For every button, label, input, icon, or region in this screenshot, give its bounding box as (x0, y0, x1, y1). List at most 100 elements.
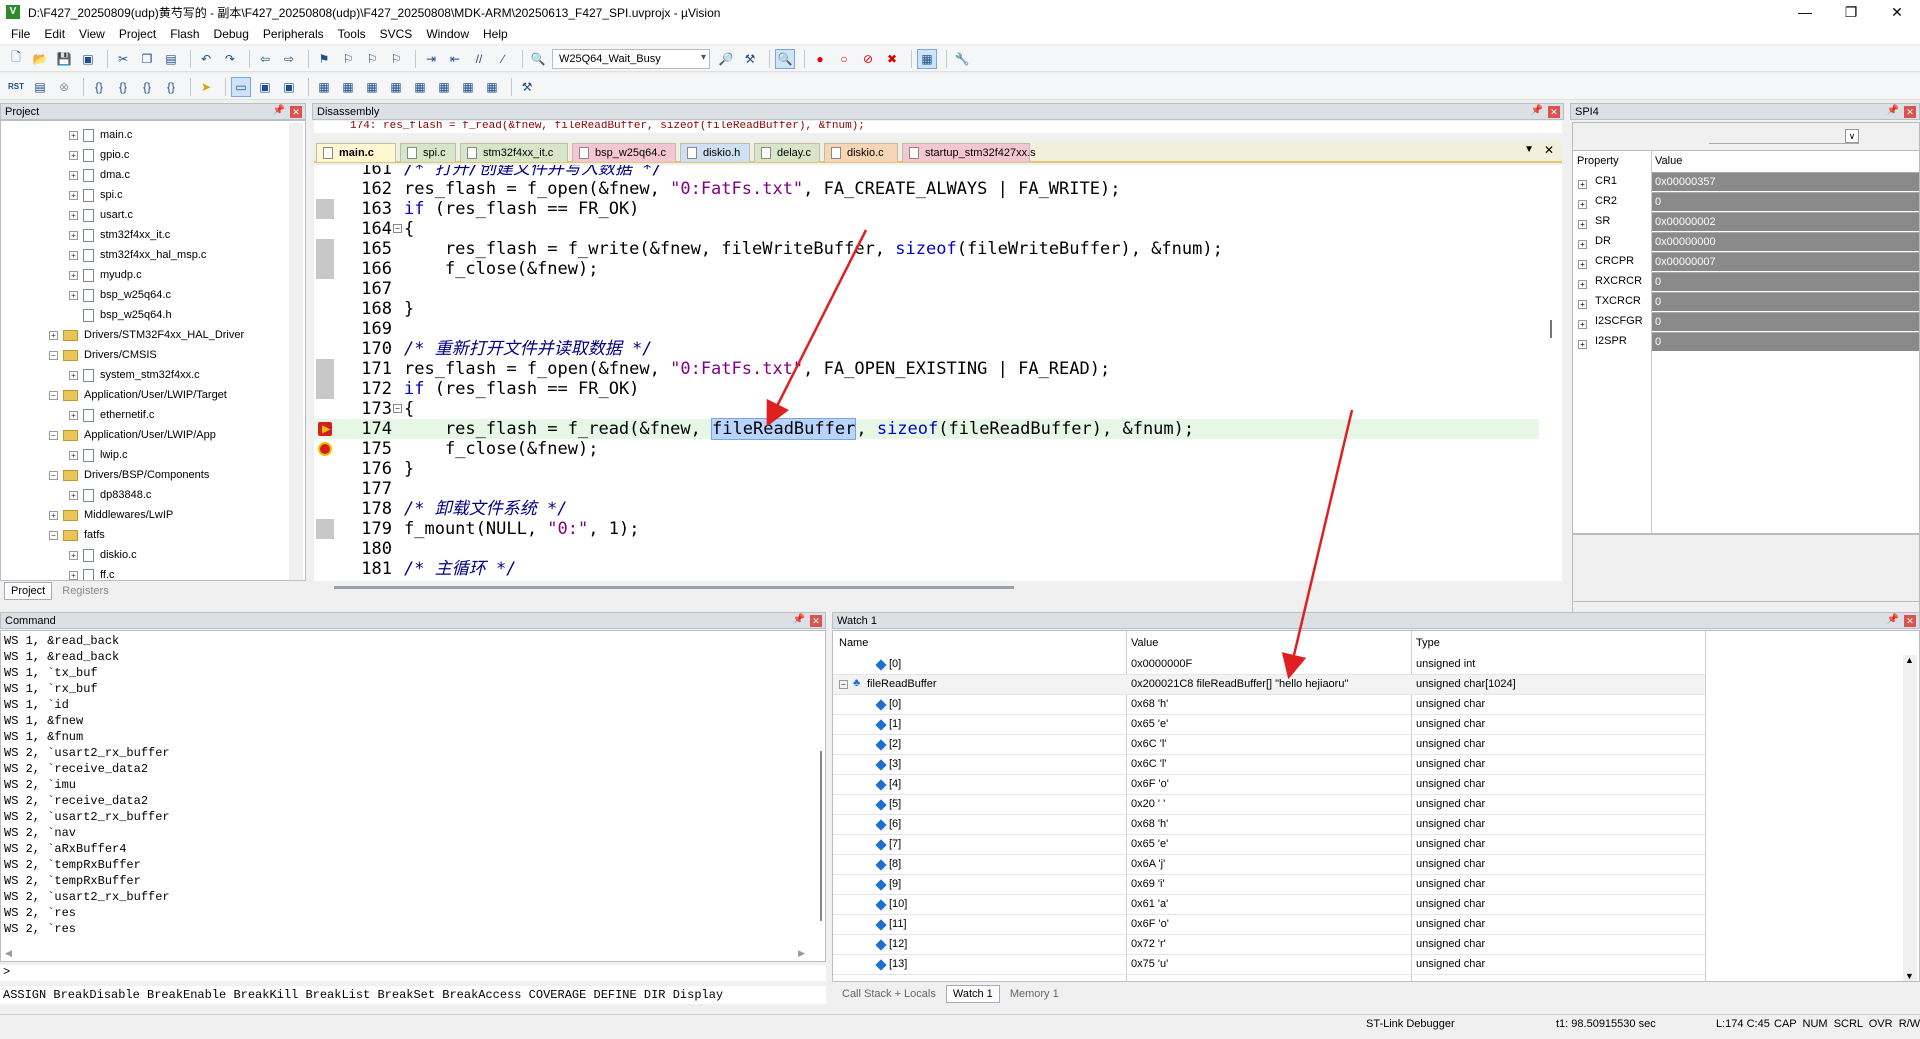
bookmark-clear-icon[interactable]: ⚐ (386, 49, 406, 69)
spi-register-row[interactable]: + TXCRCR 0 (1573, 291, 1919, 311)
command-scrollbar[interactable] (820, 751, 822, 921)
watch-row[interactable]: [4] 0x6F 'o' unsigned char (833, 775, 1705, 795)
code-line[interactable]: 163 if (res_flash == FR_OK) (314, 199, 1539, 219)
tree-file[interactable]: + system_stm32f4xx.c (69, 365, 200, 385)
close-icon[interactable]: ✕ (810, 615, 822, 627)
code-line[interactable]: 164−{ (314, 219, 1539, 239)
project-scrollbar[interactable] (289, 123, 303, 580)
editor-horizontal-scrollbar[interactable] (314, 581, 1562, 595)
editor-tab[interactable]: startup_stm32f427xx.s (902, 143, 1036, 162)
target-select[interactable]: W25Q64_Wait_Busy ▾ (552, 48, 710, 69)
tree-folder[interactable]: + Middlewares/LwIP (49, 505, 173, 525)
tree-file[interactable]: + spi.c (69, 185, 123, 205)
incremental-find-icon[interactable]: ⚒ (740, 49, 760, 69)
menu-edit[interactable]: Edit (37, 27, 72, 41)
close-icon[interactable]: ✕ (1904, 106, 1916, 118)
spi-register-value[interactable]: 0x00000007 (1651, 251, 1919, 271)
watch-row[interactable]: [13] 0x75 'u' unsigned char (833, 955, 1705, 975)
bookmark-prev-icon[interactable]: ⚐ (338, 49, 358, 69)
bookmark-icon[interactable]: ⚑ (314, 49, 334, 69)
code-line[interactable]: 167 (314, 279, 1539, 299)
editor-tab[interactable]: stm32f4xx_it.c (460, 143, 568, 162)
expand-toggle-icon[interactable]: + (69, 450, 78, 460)
code-line[interactable]: 170 /* 重新打开文件并读取数据 */ (314, 339, 1539, 359)
spi-register-value[interactable]: 0 (1651, 311, 1919, 331)
watch-row[interactable]: [8] 0x6A 'j' unsigned char (833, 855, 1705, 875)
spi-register-value[interactable]: 0x00000357 (1651, 171, 1919, 191)
menu-project[interactable]: Project (112, 27, 163, 41)
watch-value[interactable]: 0x6F 'o' (1131, 778, 1169, 790)
watch-row[interactable]: [11] 0x6F 'o' unsigned char (833, 915, 1705, 935)
watch-value[interactable]: 0x68 'h' (1131, 698, 1168, 710)
expand-toggle-icon[interactable]: + (69, 270, 78, 280)
find-in-files-icon[interactable]: 🔍 (528, 49, 548, 69)
memory-window-icon[interactable]: ▦ (386, 77, 406, 97)
code-line[interactable]: 162 res_flash = f_open(&fnew, "0:FatFs.tx… (314, 179, 1539, 199)
expand-toggle-icon[interactable]: + (69, 190, 78, 200)
symbols-window-icon[interactable]: ▣ (279, 77, 299, 97)
tree-file[interactable]: + gpio.c (69, 145, 129, 165)
spi-register-row[interactable]: + CR2 0 (1573, 191, 1919, 211)
watch-scrollbar[interactable]: ▲ ▼ (1903, 655, 1917, 981)
undo-icon[interactable]: ↶ (196, 49, 216, 69)
watch-value[interactable]: 0x6C 'l' (1131, 738, 1166, 750)
expand-toggle-icon[interactable]: − (49, 470, 58, 480)
pin-icon[interactable]: 📌 (1887, 614, 1899, 625)
code-line[interactable]: 161 /* 打开/创建文件并写入数据 */ (314, 165, 1539, 179)
expand-toggle-icon[interactable]: + (1578, 260, 1587, 269)
menu-file[interactable]: File (4, 27, 37, 41)
menu-svcs[interactable]: SVCS (373, 27, 420, 41)
minimize-button[interactable]: — (1782, 0, 1828, 24)
editor-tab[interactable]: delay.c (754, 143, 820, 162)
fold-toggle-icon[interactable]: − (393, 224, 402, 233)
new-file-icon[interactable]: 🗋 (6, 49, 26, 69)
breakpoint-icon[interactable] (318, 442, 332, 456)
copy-icon[interactable]: ❐ (137, 49, 157, 69)
call-stack-window-icon[interactable]: ▦ (338, 77, 358, 97)
debug-session-icon[interactable]: 🔍 (775, 48, 795, 69)
tree-file[interactable]: + diskio.c (69, 545, 137, 565)
tree-file[interactable]: + myudp.c (69, 265, 142, 285)
tree-file[interactable]: + ff.c (69, 565, 114, 580)
tree-folder[interactable]: − fatfs (49, 525, 105, 545)
menu-tools[interactable]: Tools (331, 27, 373, 41)
expand-toggle-icon[interactable]: + (1578, 220, 1587, 229)
watch-value[interactable]: 0x200021C8 fileReadBuffer[] "hello hejia… (1131, 678, 1348, 690)
watch-window-icon[interactable]: ▦ (362, 77, 382, 97)
watch-value[interactable]: 0x0000000F (1131, 658, 1192, 670)
toolbox-icon[interactable]: ⚒ (517, 77, 537, 97)
code-editor[interactable]: 161 /* 打开/创建文件并写入数据 */ 162 res_flash = f_op… (314, 165, 1562, 581)
insert-breakpoint-icon[interactable]: ● (810, 49, 830, 69)
watch-value[interactable]: 0x6C 'l' (1131, 758, 1166, 770)
open-file-icon[interactable]: 📂 (30, 49, 50, 69)
window-layout-icon[interactable]: ▦ (917, 48, 937, 69)
menu-view[interactable]: View (72, 27, 112, 41)
tab-list-chevron-icon[interactable]: ▼ (1524, 144, 1534, 155)
spi-select[interactable] (1709, 126, 1859, 144)
expand-toggle-icon[interactable]: + (1578, 340, 1587, 349)
editor-tab[interactable]: diskio.h (680, 143, 750, 162)
code-line[interactable]: 178 /* 卸载文件系统 */ (314, 499, 1539, 519)
editor-vertical-scroll-thumb[interactable] (1550, 320, 1552, 338)
spi-register-value[interactable]: 0 (1651, 331, 1919, 351)
enable-breakpoint-icon[interactable]: ○ (834, 49, 854, 69)
tab-call-stack[interactable]: Call Stack + Locals (836, 985, 942, 1003)
step-into-icon[interactable]: {} (89, 77, 109, 97)
spi-register-row[interactable]: + I2SCFGR 0 (1573, 311, 1919, 331)
comment-icon[interactable]: // (469, 49, 489, 69)
kill-breakpoints-icon[interactable]: ✖ (882, 49, 902, 69)
step-over-icon[interactable]: {} (113, 77, 133, 97)
editor-tab[interactable]: bsp_w25q64.c (572, 143, 676, 162)
nav-back-icon[interactable]: ⇦ (255, 49, 275, 69)
serial-window-icon[interactable]: ▦ (410, 77, 430, 97)
code-line[interactable]: 176} (314, 459, 1539, 479)
expand-toggle-icon[interactable]: + (1578, 280, 1587, 289)
watch-row[interactable]: [1] 0x65 'e' unsigned char (833, 715, 1705, 735)
show-next-statement-icon[interactable]: ➤ (196, 77, 216, 97)
spi-register-value[interactable]: 0 (1651, 271, 1919, 291)
tree-file[interactable]: + bsp_w25q64.c (69, 285, 171, 305)
uncomment-icon[interactable]: ∕ (493, 49, 513, 69)
watch-row[interactable]: [12] 0x72 'r' unsigned char (833, 935, 1705, 955)
indent-icon[interactable]: ⇥ (421, 49, 441, 69)
menu-peripherals[interactable]: Peripherals (256, 27, 331, 41)
